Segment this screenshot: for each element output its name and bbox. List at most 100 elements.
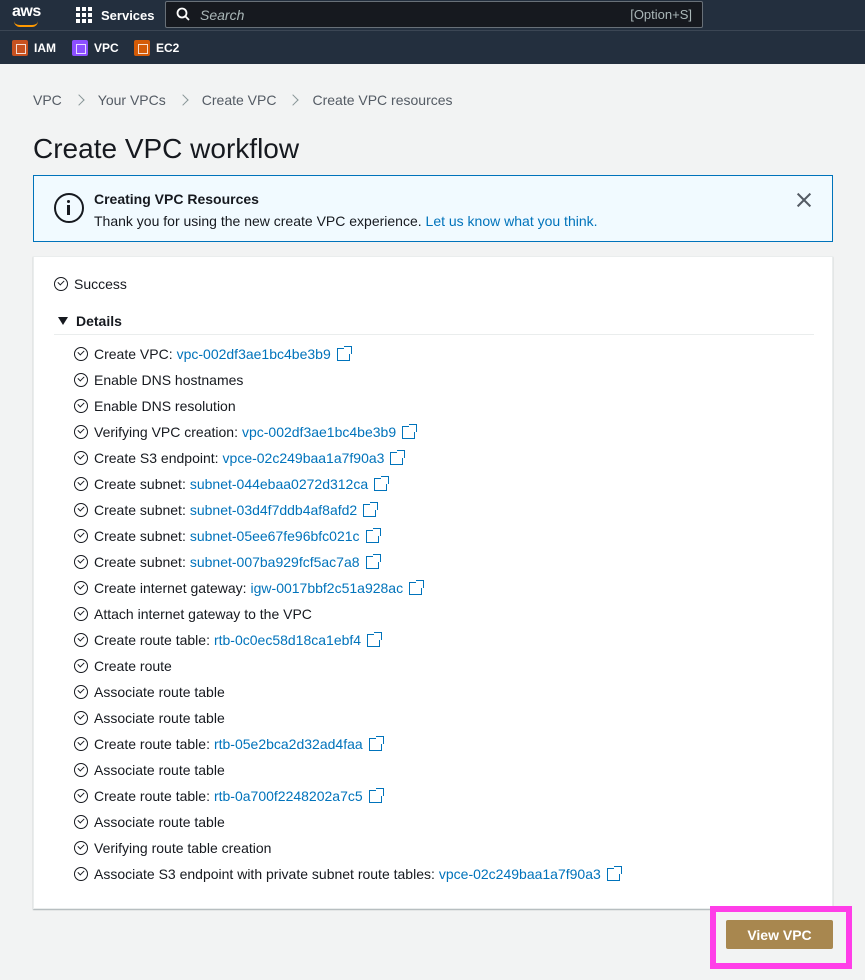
resource-link[interactable]: subnet-03d4f7ddb4af8afd2 <box>190 502 357 518</box>
step-label: Verifying VPC creation: <box>94 424 238 440</box>
step-item: Associate route table <box>74 679 620 705</box>
check-circle-icon <box>54 277 68 291</box>
check-circle-icon <box>74 815 88 829</box>
details-expander[interactable]: Details <box>58 313 122 329</box>
check-circle-icon <box>74 685 88 699</box>
resource-link[interactable]: subnet-05ee67fe96bfc021c <box>190 528 360 544</box>
step-label: Create route <box>94 658 172 674</box>
step-item: Create route <box>74 653 620 679</box>
view-vpc-button[interactable]: View VPC <box>726 920 833 949</box>
check-circle-icon <box>74 477 88 491</box>
external-link-icon[interactable] <box>367 631 383 647</box>
success-status: Success <box>54 276 127 292</box>
check-circle-icon <box>74 867 88 881</box>
aws-logo[interactable]: aws <box>10 2 46 28</box>
resource-link[interactable]: rtb-0c0ec58d18ca1ebf4 <box>214 632 361 648</box>
step-label: Create VPC: <box>94 346 173 362</box>
iam-icon <box>12 40 28 56</box>
alert-title: Creating VPC Resources <box>94 191 259 207</box>
step-item: Create subnet: subnet-03d4f7ddb4af8afd2 <box>74 497 620 523</box>
services-menu-button[interactable]: Services <box>76 6 155 24</box>
external-link-icon[interactable] <box>365 527 381 543</box>
step-label: Enable DNS hostnames <box>94 372 244 388</box>
check-circle-icon <box>74 399 88 413</box>
resource-link[interactable]: igw-0017bbf2c51a928ac <box>251 580 404 596</box>
check-circle-icon <box>74 451 88 465</box>
step-item: Create route table: rtb-05e2bca2d32ad4faa <box>74 731 620 757</box>
resource-link[interactable]: rtb-05e2bca2d32ad4faa <box>214 736 363 752</box>
favorite-vpc[interactable]: VPC <box>72 40 119 56</box>
external-link-icon[interactable] <box>368 787 384 803</box>
external-link-icon[interactable] <box>365 553 381 569</box>
step-item: Create VPC: vpc-002df3ae1bc4be3b9 <box>74 341 620 367</box>
breadcrumb-create-vpc[interactable]: Create VPC <box>202 92 277 108</box>
step-item: Attach internet gateway to the VPC <box>74 601 620 627</box>
step-item: Enable DNS resolution <box>74 393 620 419</box>
step-label: Create subnet: <box>94 554 186 570</box>
step-item: Create route table: rtb-0c0ec58d18ca1ebf4 <box>74 627 620 653</box>
resource-link[interactable]: subnet-007ba929fcf5ac7a8 <box>190 554 360 570</box>
favorites-bar: IAM VPC EC2 <box>0 30 865 64</box>
external-link-icon[interactable] <box>409 579 425 595</box>
step-label: Verifying route table creation <box>94 840 272 856</box>
page-title: Create VPC workflow <box>33 133 300 164</box>
check-circle-icon <box>74 581 88 595</box>
external-link-icon[interactable] <box>336 345 352 361</box>
check-circle-icon <box>74 841 88 855</box>
search-shortcut-hint: [Option+S] <box>630 7 692 22</box>
resource-link[interactable]: vpc-002df3ae1bc4be3b9 <box>177 346 331 362</box>
check-circle-icon <box>74 373 88 387</box>
close-icon[interactable] <box>796 192 812 208</box>
step-item: Create subnet: subnet-05ee67fe96bfc021c <box>74 523 620 549</box>
search-icon <box>176 7 190 21</box>
check-circle-icon <box>74 763 88 777</box>
favorite-ec2-label: EC2 <box>156 41 180 55</box>
info-alert: Creating VPC Resources Thank you for usi… <box>33 175 833 242</box>
breadcrumb-vpc[interactable]: VPC <box>33 92 62 108</box>
check-circle-icon <box>74 425 88 439</box>
resource-link[interactable]: vpc-002df3ae1bc4be3b9 <box>242 424 396 440</box>
chevron-right-icon <box>177 94 189 106</box>
check-circle-icon <box>74 347 88 361</box>
step-item: Create internet gateway: igw-0017bbf2c51a… <box>74 575 620 601</box>
services-label: Services <box>101 7 155 23</box>
check-circle-icon <box>74 737 88 751</box>
step-item: Create S3 endpoint: vpce-02c249baa1a7f90a… <box>74 445 620 471</box>
external-link-icon[interactable] <box>368 735 384 751</box>
check-circle-icon <box>74 711 88 725</box>
resource-link[interactable]: vpce-02c249baa1a7f90a3 <box>223 450 385 466</box>
favorite-iam-label: IAM <box>34 41 56 55</box>
step-item: Associate S3 endpoint with private subne… <box>74 861 622 887</box>
external-link-icon[interactable] <box>606 865 622 881</box>
info-icon <box>54 193 84 223</box>
external-link-icon[interactable] <box>390 449 406 465</box>
breadcrumb-your-vpcs[interactable]: Your VPCs <box>98 92 166 108</box>
check-circle-icon <box>74 529 88 543</box>
favorite-iam[interactable]: IAM <box>12 40 56 56</box>
step-label: Create subnet: <box>94 528 186 544</box>
resource-link[interactable]: subnet-044ebaa0272d312ca <box>190 476 368 492</box>
alert-body: Thank you for using the new create VPC e… <box>94 213 598 229</box>
search-input[interactable]: Search [Option+S] <box>165 1 703 28</box>
external-link-icon[interactable] <box>363 501 379 517</box>
step-list: Create VPC: vpc-002df3ae1bc4be3b9 Enable D… <box>74 341 622 887</box>
step-label: Create subnet: <box>94 502 186 518</box>
step-label: Create route table: <box>94 788 210 804</box>
resource-link[interactable]: rtb-0a700f2248202a7c5 <box>214 788 363 804</box>
details-label: Details <box>76 313 122 329</box>
resource-link[interactable]: vpce-02c249baa1a7f90a3 <box>439 866 601 882</box>
caret-down-icon <box>58 317 68 325</box>
vpc-icon <box>72 40 88 56</box>
check-circle-icon <box>74 789 88 803</box>
check-circle-icon <box>74 503 88 517</box>
step-label: Associate route table <box>94 814 225 830</box>
feedback-link[interactable]: Let us know what you think. <box>426 213 598 229</box>
step-item: Create subnet: subnet-044ebaa0272d312ca <box>74 471 620 497</box>
step-label: Associate S3 endpoint with private subne… <box>94 866 435 882</box>
favorite-ec2[interactable]: EC2 <box>134 40 179 56</box>
step-label: Create internet gateway: <box>94 580 247 596</box>
external-link-icon[interactable] <box>402 423 418 439</box>
external-link-icon[interactable] <box>374 475 390 491</box>
check-circle-icon <box>74 607 88 621</box>
search-placeholder: Search <box>200 7 245 23</box>
